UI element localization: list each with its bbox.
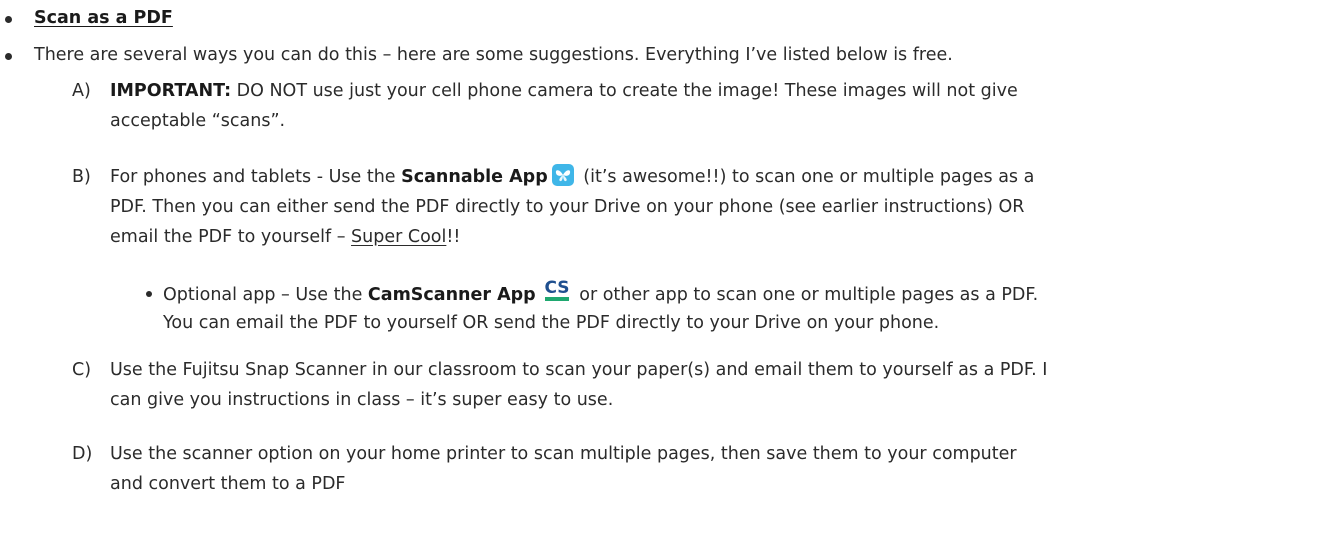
list-item-b-sub: Optional app – Use the CamScanner App CS … — [146, 278, 1336, 340]
camscanner-app-name: CamScanner App — [367, 285, 536, 305]
list-item-a: A) IMPORTANT: DO NOT use just your cell … — [72, 76, 1332, 138]
item-a-line-2: acceptable “scans”. — [110, 111, 286, 131]
item-c-line-2: can give you instructions in class – it’… — [110, 390, 614, 410]
item-c-line-1: Use the Fujitsu Snap Scanner in our clas… — [110, 360, 1048, 380]
bullet-intro: There are several ways you can do this –… — [0, 40, 1330, 70]
item-b-line-2: PDF. Then you can either send the PDF di… — [110, 197, 1025, 217]
bullet-heading: Scan as a PDF — [0, 3, 1330, 33]
item-letter: D) — [72, 444, 93, 464]
scannable-app-name: Scannable App — [401, 167, 548, 187]
intro-text: There are several ways you can do this –… — [34, 45, 953, 65]
item-body: Use the Fujitsu Snap Scanner in our clas… — [110, 355, 1330, 415]
sub-line-1-pre: Optional app – Use the — [163, 285, 368, 305]
list-item-d: D) Use the scanner option on your home p… — [72, 439, 1332, 501]
item-b-line-3-pre: email the PDF to yourself – — [110, 227, 352, 247]
list-item-b: B) For phones and tablets - Use the Scan… — [72, 162, 1332, 254]
svg-text:CS: CS — [544, 278, 569, 298]
item-body: Optional app – Use the CamScanner App CS … — [163, 278, 1338, 338]
bullet-dot — [5, 53, 12, 60]
important-label: IMPORTANT: — [110, 81, 232, 101]
item-a-line-1: DO NOT use just your cell phone camera t… — [231, 81, 1018, 101]
sub-line-1-post: or other app to scan one or multiple pag… — [573, 285, 1039, 305]
section-heading: Scan as a PDF — [34, 8, 173, 28]
item-body: Use the scanner option on your home prin… — [110, 439, 1330, 499]
bullet-dot — [146, 291, 152, 297]
item-b-line-1-pre: For phones and tablets - Use the — [110, 167, 402, 187]
bullet-dot — [5, 16, 12, 23]
list-item-c: C) Use the Fujitsu Snap Scanner in our c… — [72, 355, 1332, 417]
document-page: Scan as a PDF There are several ways you… — [0, 0, 1344, 536]
item-body: IMPORTANT: DO NOT use just your cell pho… — [110, 76, 1330, 136]
item-body: For phones and tablets - Use the Scannab… — [110, 162, 1330, 252]
item-d-line-1: Use the scanner option on your home prin… — [110, 444, 1017, 464]
item-b-line-1-post: (it’s awesome!!) to scan one or multiple… — [577, 167, 1035, 187]
super-cool-link[interactable]: Super Cool — [351, 227, 446, 247]
item-letter: B) — [72, 167, 91, 187]
sub-line-2: You can email the PDF to yourself OR sen… — [163, 313, 940, 333]
item-b-line-3-post: !! — [446, 227, 461, 247]
item-letter: C) — [72, 360, 92, 380]
item-letter: A) — [72, 81, 91, 101]
item-d-line-2: and convert them to a PDF — [110, 474, 346, 494]
camscanner-app-icon: CS — [544, 278, 570, 312]
